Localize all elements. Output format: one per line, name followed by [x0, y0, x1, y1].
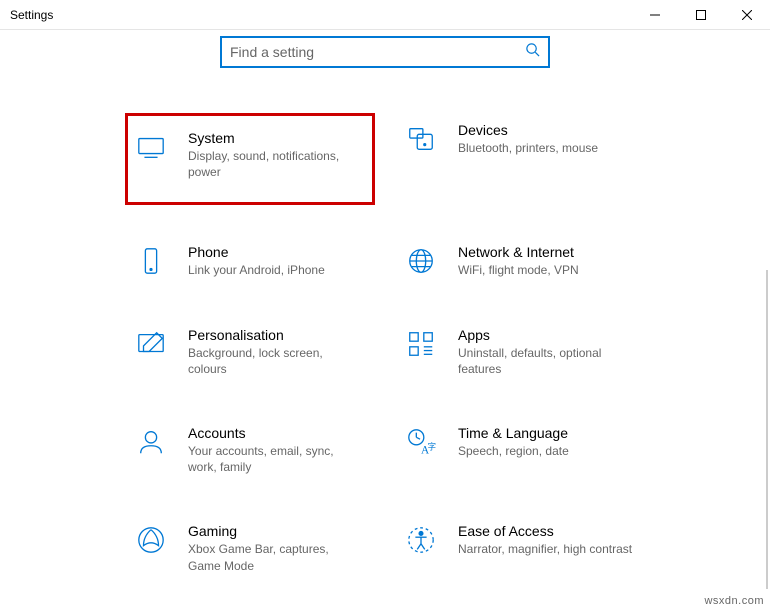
tile-title: Personalisation — [188, 327, 363, 343]
gaming-icon — [136, 525, 166, 555]
minimize-icon — [650, 10, 660, 20]
tile-devices[interactable]: Devices Bluetooth, printers, mouse — [400, 118, 640, 200]
tile-desc: Background, lock screen, colours — [188, 345, 363, 377]
tile-desc: Narrator, magnifier, high contrast — [458, 541, 632, 557]
tile-system[interactable]: System Display, sound, notifications, po… — [130, 118, 370, 200]
tile-desc: Uninstall, defaults, optional features — [458, 345, 633, 377]
tile-title: Devices — [458, 122, 598, 138]
tile-time-language[interactable]: A字 Time & Language Speech, region, date — [400, 421, 640, 479]
tile-desc: Display, sound, notifications, power — [188, 148, 363, 180]
ease-of-access-icon — [406, 525, 436, 555]
window-controls — [632, 0, 770, 29]
tile-title: Phone — [188, 244, 325, 260]
tile-desc: Xbox Game Bar, captures, Game Mode — [188, 541, 363, 573]
tile-accounts[interactable]: Accounts Your accounts, email, sync, wor… — [130, 421, 370, 479]
tile-title: Apps — [458, 327, 633, 343]
tile-desc: Link your Android, iPhone — [188, 262, 325, 278]
tile-title: Time & Language — [458, 425, 569, 441]
tile-desc: Bluetooth, printers, mouse — [458, 140, 598, 156]
titlebar: Settings — [0, 0, 770, 30]
system-icon — [136, 132, 166, 162]
minimize-button[interactable] — [632, 0, 678, 29]
apps-icon — [406, 329, 436, 359]
tile-apps[interactable]: Apps Uninstall, defaults, optional featu… — [400, 323, 640, 381]
accounts-icon — [136, 427, 166, 457]
phone-icon — [136, 246, 166, 276]
tile-personalisation[interactable]: Personalisation Background, lock screen,… — [130, 323, 370, 381]
search-box[interactable] — [220, 36, 550, 68]
network-icon — [406, 246, 436, 276]
scrollbar[interactable] — [766, 270, 768, 589]
tile-title: Accounts — [188, 425, 363, 441]
personalisation-icon — [136, 329, 166, 359]
search-row — [0, 36, 770, 68]
devices-icon — [406, 124, 436, 154]
svg-text:字: 字 — [428, 441, 436, 451]
maximize-icon — [696, 10, 706, 20]
window-title: Settings — [10, 8, 53, 22]
tile-desc: Speech, region, date — [458, 443, 569, 459]
search-icon — [525, 42, 540, 62]
settings-grid: System Display, sound, notifications, po… — [0, 118, 770, 578]
close-icon — [742, 10, 752, 20]
search-input[interactable] — [230, 44, 525, 60]
tile-network[interactable]: Network & Internet WiFi, flight mode, VP… — [400, 240, 640, 282]
time-language-icon: A字 — [406, 427, 436, 457]
tile-desc: WiFi, flight mode, VPN — [458, 262, 579, 278]
close-button[interactable] — [724, 0, 770, 29]
tile-ease-of-access[interactable]: Ease of Access Narrator, magnifier, high… — [400, 519, 640, 577]
tile-title: Ease of Access — [458, 523, 632, 539]
tile-gaming[interactable]: Gaming Xbox Game Bar, captures, Game Mod… — [130, 519, 370, 577]
maximize-button[interactable] — [678, 0, 724, 29]
watermark: wsxdn.com — [704, 595, 764, 607]
tile-title: Network & Internet — [458, 244, 579, 260]
tile-phone[interactable]: Phone Link your Android, iPhone — [130, 240, 370, 282]
tile-title: System — [188, 130, 363, 146]
tile-title: Gaming — [188, 523, 363, 539]
tile-desc: Your accounts, email, sync, work, family — [188, 443, 363, 475]
